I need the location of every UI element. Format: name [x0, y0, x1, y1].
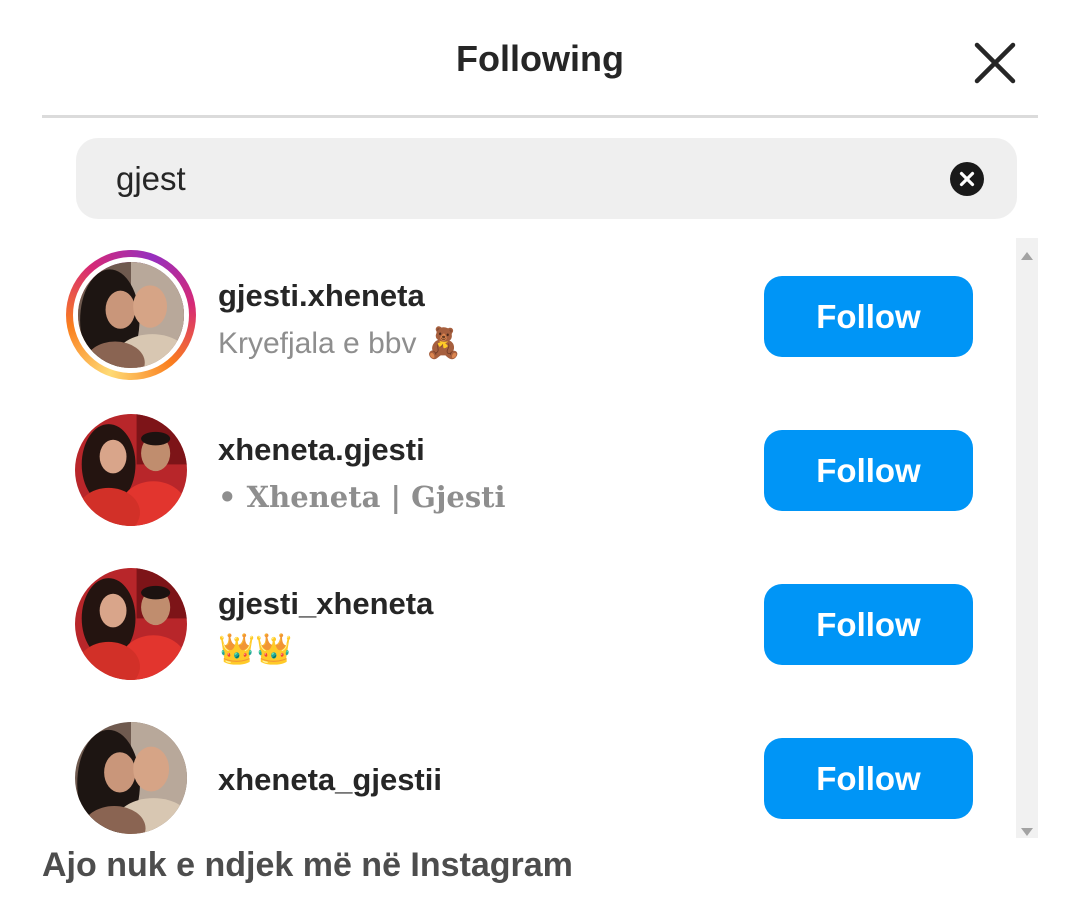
- list-item[interactable]: gjesti.xheneta Kryefjala e bbv 🧸 Follow: [42, 238, 1012, 392]
- search-bar: [76, 138, 1017, 219]
- user-bio: • Xheneta | Gjesti: [218, 480, 506, 514]
- avatar-wrapper[interactable]: [75, 414, 187, 526]
- search-input[interactable]: [116, 158, 936, 200]
- scroll-up-arrow-icon[interactable]: [1021, 252, 1033, 260]
- avatar-story-ring[interactable]: [66, 250, 196, 380]
- username[interactable]: gjesti_xheneta: [218, 586, 433, 622]
- follow-button[interactable]: Follow: [764, 430, 973, 511]
- scroll-down-arrow-icon[interactable]: [1021, 828, 1033, 836]
- user-bio: 👑👑: [218, 633, 293, 666]
- clear-search-icon[interactable]: [950, 162, 984, 196]
- avatar: [73, 257, 189, 373]
- follow-button[interactable]: Follow: [764, 738, 973, 819]
- close-icon[interactable]: [972, 40, 1018, 86]
- avatar: [75, 568, 187, 680]
- follow-button[interactable]: Follow: [764, 276, 973, 357]
- avatar-wrapper[interactable]: [75, 568, 187, 680]
- caption: Ajo nuk e ndjek më në Instagram: [42, 846, 573, 884]
- avatar: [75, 722, 187, 834]
- list-item[interactable]: gjesti_xheneta 👑👑 Follow: [42, 546, 1012, 700]
- user-bio: Kryefjala e bbv 🧸: [218, 327, 463, 360]
- modal-header: Following: [42, 0, 1038, 118]
- username[interactable]: xheneta.gjesti: [218, 432, 425, 468]
- avatar-wrapper[interactable]: [75, 722, 187, 834]
- modal-title: Following: [456, 38, 624, 79]
- scrollbar[interactable]: [1016, 238, 1038, 838]
- follow-button[interactable]: Follow: [764, 584, 973, 665]
- list-item[interactable]: xheneta_gjestii Follow: [42, 700, 1012, 838]
- avatar: [75, 414, 187, 526]
- list-item[interactable]: xheneta.gjesti • Xheneta | Gjesti Follow: [42, 392, 1012, 546]
- following-results-list: gjesti.xheneta Kryefjala e bbv 🧸 Follow …: [42, 238, 1038, 838]
- username[interactable]: gjesti.xheneta: [218, 278, 425, 314]
- username[interactable]: xheneta_gjestii: [218, 762, 442, 798]
